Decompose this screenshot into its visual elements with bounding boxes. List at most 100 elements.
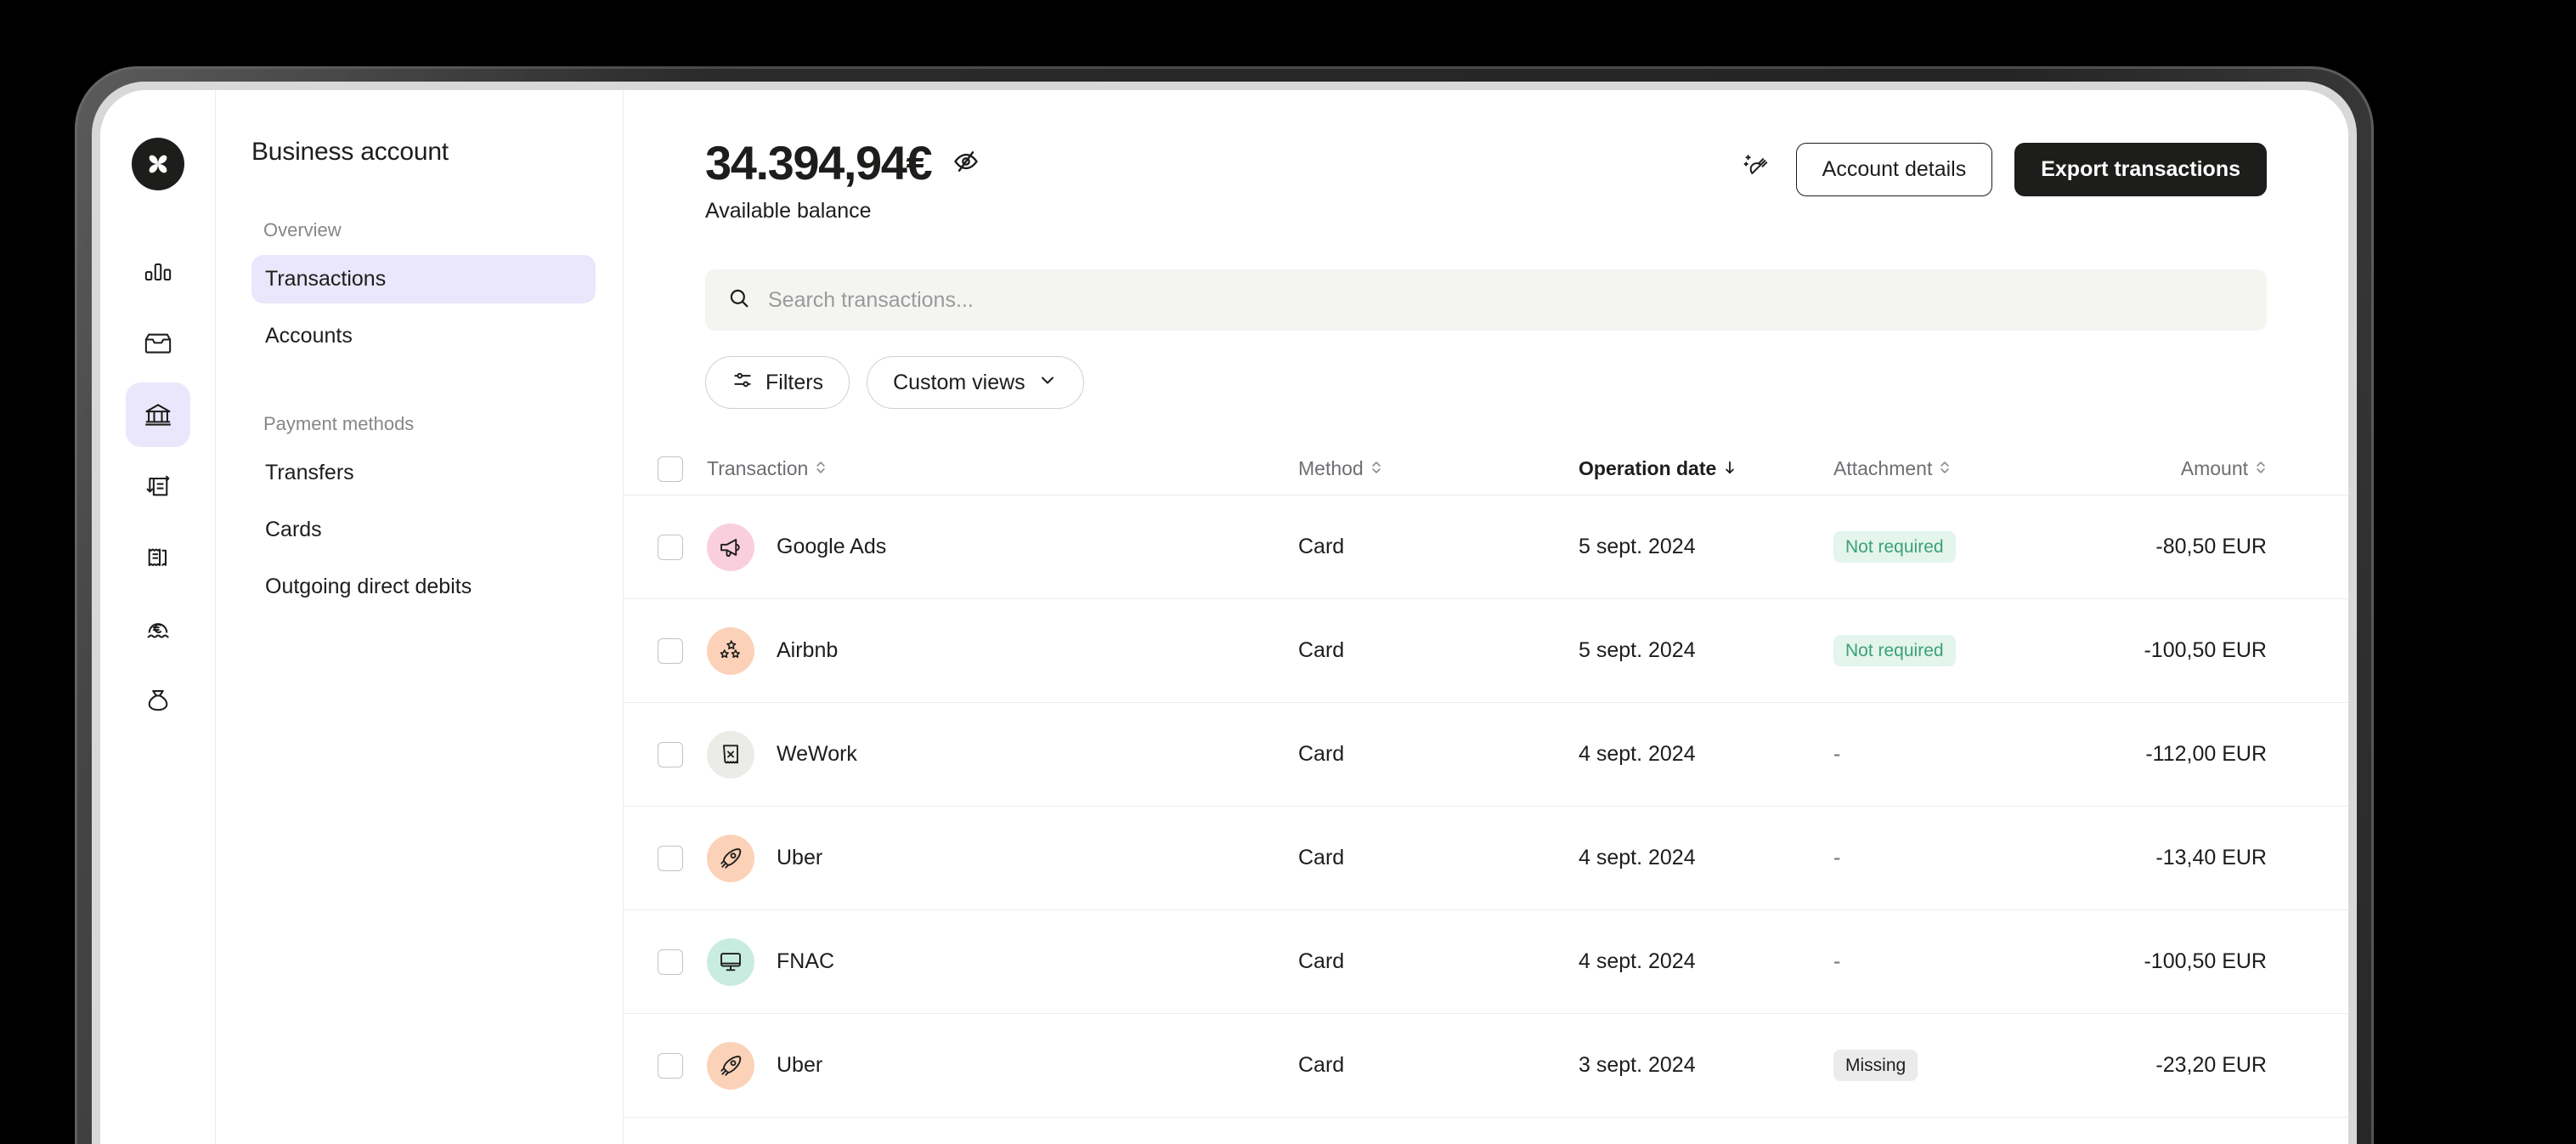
transaction-avatar — [707, 626, 754, 675]
attachment-cell: Missing — [1833, 1050, 2063, 1082]
table-row[interactable]: WeWork Card 4 sept. 2024 - -112,00 EUR — [624, 703, 2348, 807]
transaction-name: FNAC — [777, 949, 835, 974]
attachment-empty: - — [1833, 742, 1841, 767]
rail-item-financing[interactable] — [126, 668, 190, 733]
sidebar-item-cards[interactable]: Cards — [251, 506, 596, 554]
account-details-button[interactable]: Account details — [1795, 143, 1993, 196]
sidebar-item-accounts[interactable]: Accounts — [251, 312, 596, 360]
operation-date-value: 4 sept. 2024 — [1579, 742, 1696, 767]
row-checkbox[interactable] — [658, 534, 683, 560]
custom-views-button[interactable]: Custom views — [867, 356, 1084, 410]
row-select-cell — [658, 845, 707, 871]
transaction-avatar — [707, 523, 754, 571]
column-amount[interactable]: Amount — [2063, 457, 2267, 480]
transaction-name: Uber — [777, 1053, 823, 1078]
receipt-x-icon — [718, 742, 743, 767]
app-screen: Business account Overview Transactions A… — [100, 90, 2348, 1144]
operation-date-cell: 4 sept. 2024 — [1579, 949, 1833, 974]
select-all-checkbox[interactable] — [658, 456, 683, 482]
search-input[interactable] — [768, 287, 2245, 313]
amount-cell: -100,50 EUR — [2063, 949, 2267, 974]
magic-plug-icon[interactable] — [1740, 150, 1774, 189]
header-actions: Account details Export transactions — [1740, 138, 2267, 196]
method-cell: Card — [1298, 742, 1579, 767]
account-title: Business account — [251, 138, 449, 166]
method-cell: Card — [1298, 1053, 1579, 1078]
rail-item-supplier-invoices[interactable] — [126, 597, 190, 661]
row-checkbox[interactable] — [658, 741, 683, 767]
column-label-operation-date: Operation date — [1579, 457, 1717, 480]
table-row[interactable]: Uber Card 4 sept. 2024 - -13,40 EUR — [624, 807, 2348, 911]
custom-views-label: Custom views — [893, 370, 1025, 394]
select-all-cell — [658, 456, 707, 482]
table-row[interactable]: Airbnb Card 5 sept. 2024 Not required -100,5… — [624, 599, 2348, 704]
rocket-icon — [718, 846, 743, 871]
rail-item-business-account[interactable] — [125, 382, 190, 447]
rocket-icon — [718, 1053, 743, 1079]
row-select-cell — [658, 534, 707, 560]
transaction-cell: Google Ads — [707, 523, 1298, 571]
search-wrap — [624, 224, 2348, 331]
row-select-cell — [658, 637, 707, 664]
rail-item-inbox[interactable] — [126, 311, 190, 376]
stars-icon — [718, 638, 743, 664]
sidebar-item-outgoing-direct-debits[interactable]: Outgoing direct debits — [251, 563, 596, 611]
column-header-operation-date: Operation date — [1579, 457, 1737, 480]
sidebar-item-transfers[interactable]: Transfers — [251, 449, 596, 497]
rail-item-transfers[interactable] — [126, 454, 190, 518]
table-row[interactable]: Google Ads Card 5 sept. 2024 Not required -8… — [624, 496, 2348, 600]
filters-button[interactable]: Filters — [705, 356, 850, 410]
attachment-status-badge: Not required — [1833, 531, 1956, 564]
column-label-method: Method — [1298, 457, 1364, 480]
eye-off-icon[interactable] — [952, 147, 980, 180]
export-transactions-button[interactable]: Export transactions — [2014, 143, 2267, 196]
money-bag-icon — [143, 685, 173, 716]
method-cell: Card — [1298, 949, 1579, 974]
column-header-method: Method — [1298, 457, 1382, 480]
row-checkbox[interactable] — [658, 637, 683, 664]
search-box[interactable] — [705, 269, 2267, 331]
nav-section-label-overview: Overview — [263, 219, 342, 241]
column-operation-date[interactable]: Operation date — [1579, 457, 1833, 480]
transaction-cell: Airbnb — [707, 626, 1298, 675]
amount-value: -23,20 EUR — [2155, 1053, 2267, 1078]
sliders-icon — [732, 369, 754, 397]
table-row[interactable]: FNAC Card 4 sept. 2024 - -100,50 EUR — [624, 910, 2348, 1015]
receipts-icon — [143, 542, 173, 573]
transaction-avatar — [707, 730, 754, 779]
column-attachment[interactable]: Attachment — [1833, 457, 2063, 480]
table-body: Google Ads Card 5 sept. 2024 Not required -8… — [624, 496, 2348, 1119]
table-row[interactable]: Uber Card 3 sept. 2024 Missing -23,20 EUR — [624, 1014, 2348, 1119]
sidebar-item-transactions[interactable]: Transactions — [251, 255, 596, 303]
transaction-cell: Uber — [707, 834, 1298, 882]
rail-item-overview[interactable] — [126, 240, 190, 304]
method-value: Card — [1298, 949, 1345, 974]
attachment-empty: - — [1833, 949, 1841, 974]
transaction-avatar — [707, 937, 754, 986]
rail-item-invoices[interactable] — [126, 525, 190, 590]
attachment-cell: - — [1833, 742, 2063, 767]
row-select-cell — [658, 949, 707, 975]
transactions-table: Transaction Method Operation date Attach… — [624, 439, 2348, 1144]
attachment-cell: - — [1833, 949, 2063, 974]
transaction-name: Airbnb — [777, 638, 839, 663]
method-cell: Card — [1298, 638, 1579, 663]
qonto-flower-logo-icon[interactable] — [131, 138, 184, 190]
nav-section-payment-methods: Payment methods Transfers Cards Outgoing… — [251, 413, 596, 611]
column-transaction[interactable]: Transaction — [707, 457, 1298, 480]
transfer-doc-icon — [143, 471, 173, 501]
method-value: Card — [1298, 846, 1345, 870]
row-checkbox[interactable] — [658, 949, 683, 975]
row-checkbox[interactable] — [658, 1052, 683, 1079]
balance-row: 34.394,94€ — [705, 137, 1740, 189]
method-cell: Card — [1298, 846, 1579, 870]
row-select-cell — [658, 741, 707, 767]
filter-row: Filters Custom views — [624, 331, 2348, 410]
balance-caption: Available balance — [705, 199, 872, 224]
column-method[interactable]: Method — [1298, 457, 1579, 480]
attachment-cell: Not required — [1833, 531, 2063, 564]
row-checkbox[interactable] — [658, 845, 683, 871]
sort-icon — [2255, 457, 2267, 480]
amount-cell: -80,50 EUR — [2063, 535, 2267, 559]
